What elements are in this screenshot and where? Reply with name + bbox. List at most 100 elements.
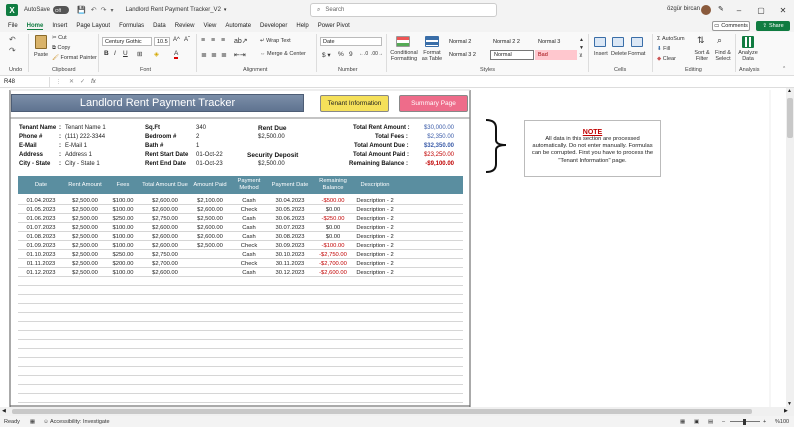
city-state-value[interactable]: City - State 1 (65, 161, 100, 167)
style-normal-3-2[interactable]: Normal 3 2 (446, 50, 488, 60)
autosum-button[interactable]: Σ AutoSum (657, 36, 685, 42)
security-deposit-value[interactable]: $2,500.00 (258, 161, 285, 167)
table-cell[interactable]: $2,500.00 (64, 259, 106, 268)
decrease-decimal-icon[interactable]: .00→ (371, 51, 383, 57)
sort-filter-label[interactable]: Sort & Filter (693, 50, 711, 62)
align-left-icon[interactable]: ≣ (201, 51, 207, 59)
increase-decimal-icon[interactable]: ←.0 (359, 51, 368, 57)
table-cell[interactable]: $100.00 (106, 268, 140, 277)
tenant-name-value[interactable]: Tenant Name 1 (65, 125, 106, 131)
table-cell[interactable]: 01.06.2023 (18, 214, 64, 223)
table-row[interactable] (18, 340, 463, 349)
delete-label[interactable]: Delete (611, 51, 627, 57)
column-header[interactable]: Date (18, 176, 64, 194)
merge-center-button[interactable]: ⇔ Merge & Center (260, 51, 306, 57)
bedroom-value[interactable]: 2 (196, 134, 199, 140)
table-row[interactable] (18, 277, 463, 286)
font-name-select[interactable]: Century Gothic (102, 37, 152, 46)
autosave-toggle[interactable]: Off (53, 6, 70, 14)
title-chevron-icon[interactable]: ▾ (224, 7, 227, 13)
table-cell[interactable]: 01.11.2023 (18, 259, 64, 268)
table-row[interactable]: 01.05.2023 $2,500.00 $100.00 $2,600.00 $2,60… (18, 205, 463, 214)
name-box-dropdown-icon[interactable]: ⋮ (56, 79, 61, 85)
align-bottom-icon[interactable]: ≡ (221, 37, 225, 44)
table-cell[interactable]: 30.12.2023 (268, 268, 312, 277)
table-cell[interactable]: $2,600.00 (190, 232, 230, 241)
table-cell[interactable]: -$2,750.00 (312, 250, 354, 259)
table-cell[interactable]: Cash (230, 196, 268, 205)
table-cell[interactable]: Cash (230, 223, 268, 232)
table-row[interactable] (18, 376, 463, 385)
tab-insert[interactable]: Insert (52, 23, 67, 29)
table-row[interactable]: 01.12.2023 $2,500.00 $100.00 $2,600.00 Cash 3… (18, 268, 463, 277)
table-cell[interactable]: $250.00 (106, 250, 140, 259)
styles-scroll-up-icon[interactable]: ▲ (579, 37, 584, 43)
table-cell[interactable]: 30.05.2023 (268, 205, 312, 214)
table-cell[interactable]: $2,600.00 (140, 232, 190, 241)
save-icon[interactable]: 💾 (77, 6, 86, 14)
table-cell[interactable]: $100.00 (106, 223, 140, 232)
horizontal-scrollbar[interactable]: ◀ ▶ (0, 407, 794, 416)
table-cell[interactable]: 01.09.2023 (18, 241, 64, 250)
avatar[interactable] (701, 5, 711, 15)
table-cell[interactable]: $0.00 (312, 223, 354, 232)
table-row[interactable] (18, 304, 463, 313)
table-cell[interactable]: 01.08.2023 (18, 232, 64, 241)
clear-button[interactable]: ◆ Clear (657, 56, 676, 62)
rent-start-value[interactable]: 01-Oct-22 (196, 152, 223, 158)
table-row[interactable] (18, 313, 463, 322)
table-cell[interactable]: 01.12.2023 (18, 268, 64, 277)
table-row[interactable] (18, 394, 463, 403)
name-box[interactable]: R48 (0, 76, 50, 87)
conditional-formatting-label[interactable]: Conditional Formatting (389, 50, 419, 62)
style-bad[interactable]: Bad (535, 50, 577, 60)
table-cell[interactable]: $2,600.00 (190, 205, 230, 214)
qat-dropdown-icon[interactable]: ▾ (111, 7, 114, 14)
scroll-up-icon[interactable]: ▲ (787, 88, 792, 94)
column-header[interactable]: Payment Method (230, 176, 268, 194)
scroll-right-icon[interactable]: ▶ (784, 408, 788, 414)
find-select-icon[interactable]: ⌕ (717, 35, 722, 46)
table-cell[interactable]: 01.07.2023 (18, 223, 64, 232)
undo-qat-icon[interactable]: ↶ (91, 6, 97, 14)
redo-icon[interactable]: ↷ (9, 46, 16, 55)
table-cell[interactable]: $100.00 (106, 232, 140, 241)
align-middle-icon[interactable]: ≡ (211, 37, 215, 44)
table-cell[interactable]: $200.00 (106, 259, 140, 268)
table-cell[interactable]: Description - 2 (354, 268, 396, 277)
table-cell[interactable]: -$2,600.00 (312, 268, 354, 277)
styles-scroll-down-icon[interactable]: ▼ (579, 45, 584, 51)
table-row[interactable]: 01.11.2023 $2,500.00 $200.00 $2,700.00 Check… (18, 259, 463, 268)
macro-icon[interactable]: ▦ (30, 419, 35, 425)
wrap-text-button[interactable]: ↵ Wrap Text (260, 38, 291, 44)
restore-icon[interactable]: ▢ (750, 0, 772, 20)
table-cell[interactable]: $2,600.00 (140, 223, 190, 232)
table-cell[interactable]: $2,700.00 (140, 259, 190, 268)
align-right-icon[interactable]: ≣ (221, 51, 227, 59)
bath-value[interactable]: 1 (196, 143, 199, 149)
redo-qat-icon[interactable]: ↷ (101, 6, 107, 14)
align-center-icon[interactable]: ≣ (211, 51, 217, 59)
vertical-scrollbar[interactable]: ▲ ▼ (786, 88, 794, 407)
table-cell[interactable]: Description - 2 (354, 196, 396, 205)
email-value[interactable]: E-Mail 1 (65, 143, 87, 149)
table-cell[interactable]: $0.00 (312, 205, 354, 214)
table-cell[interactable]: $2,500.00 (64, 196, 106, 205)
fill-color-icon[interactable]: ◈ (154, 50, 159, 58)
table-cell[interactable]: Description - 2 (354, 223, 396, 232)
tab-review[interactable]: Review (175, 23, 195, 29)
table-cell[interactable]: Cash (230, 250, 268, 259)
table-row[interactable] (18, 367, 463, 376)
table-cell[interactable]: $2,500.00 (190, 214, 230, 223)
table-cell[interactable]: $2,600.00 (140, 205, 190, 214)
fill-button[interactable]: ⬇ Fill (657, 46, 670, 52)
number-format-select[interactable]: Date (320, 37, 382, 46)
zoom-in-icon[interactable]: + (763, 419, 766, 425)
table-cell[interactable]: 30.10.2023 (268, 250, 312, 259)
table-cell[interactable]: $0.00 (312, 232, 354, 241)
font-size-select[interactable]: 10.5 (154, 37, 170, 46)
table-row[interactable] (18, 295, 463, 304)
orientation-icon[interactable]: ab↗ (234, 37, 248, 45)
table-row[interactable]: 01.09.2023 $2,500.00 $100.00 $2,600.00 $2,50… (18, 241, 463, 250)
tab-power-pivot[interactable]: Power Pivot (318, 23, 350, 29)
